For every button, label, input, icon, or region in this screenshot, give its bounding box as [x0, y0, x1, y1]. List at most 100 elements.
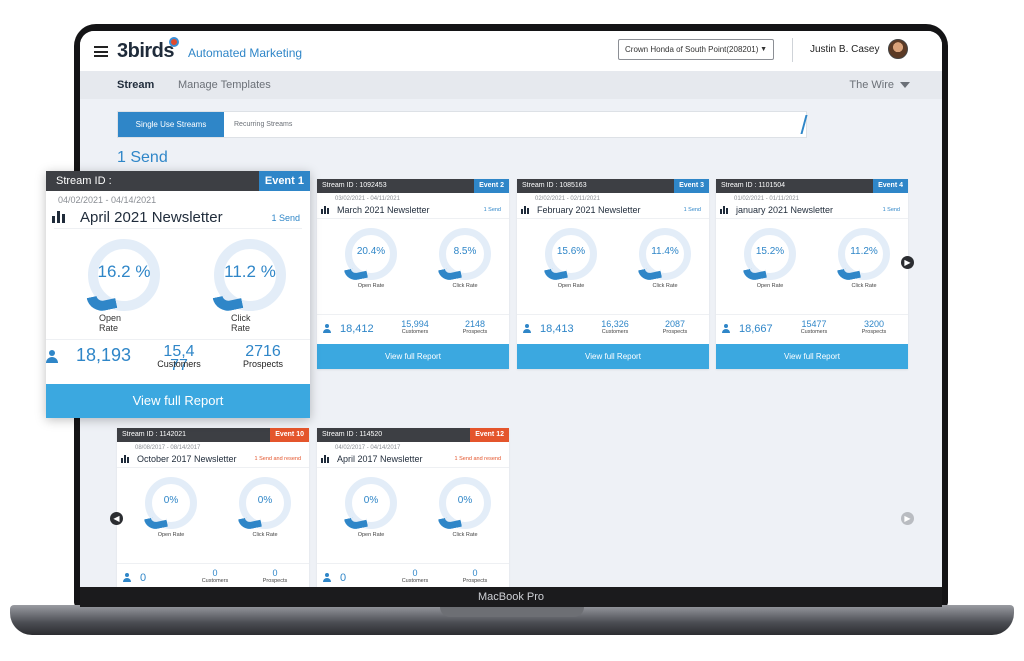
card-header: Stream ID : 1085163 Event 3 [517, 179, 709, 193]
newsletter-name: April 2021 Newsletter [80, 209, 223, 226]
customers-label: Customers [157, 359, 201, 369]
card-dates: 01/02/2021 - 01/11/2021 [734, 196, 799, 202]
prospects-label: Prospects [861, 329, 887, 335]
the-wire-menu[interactable]: The Wire [849, 79, 910, 91]
card-header: Stream ID : 1101504 Event 4 [716, 179, 908, 193]
prospects-count: 0 [472, 568, 478, 578]
avatar[interactable] [888, 39, 908, 59]
tab-stream[interactable]: Stream [117, 79, 154, 91]
dealer-select[interactable]: Crown Honda of South Point(208201) ▼ [618, 39, 774, 60]
stream-card: Stream ID : 1085163 Event 3 02/02/2021 - … [517, 179, 709, 369]
event-badge: Event 4 [873, 179, 908, 193]
view-report-button[interactable]: View full Report [716, 344, 908, 369]
click-rate: 11.2% Click Rate [834, 228, 894, 289]
prospects-count: 2087 [664, 319, 686, 329]
customers-count: 16,326 [601, 319, 629, 329]
view-report-button[interactable]: View full Report [317, 344, 509, 369]
prospects-count: 2148 [464, 319, 486, 329]
open-rate-ring: 15.2% [742, 228, 796, 283]
header-divider [792, 38, 793, 62]
open-rate: 16.2 % Open Rate [79, 239, 169, 333]
stream-id: Stream ID : 114520 [322, 431, 383, 438]
open-rate-ring: 20.4% [343, 228, 397, 283]
prospects-count: 2716 [245, 343, 281, 360]
toggle-edge [800, 115, 812, 134]
stream-card: Stream ID : 1101504 Event 4 01/02/2021 - … [716, 179, 908, 369]
person-icon [323, 573, 331, 582]
view-report-button[interactable]: View full Report [46, 384, 310, 418]
click-rate-value: 0% [457, 495, 473, 506]
customers-stat: 15,477 Customers [149, 344, 209, 374]
card-name-row: April 2017 Newsletter 1 Send and resend [317, 453, 509, 467]
event-badge: Event 1 [258, 171, 310, 191]
newsletter-name: October 2017 Newsletter [137, 454, 237, 464]
user-name[interactable]: Justin B. Casey [810, 44, 879, 55]
bar-chart-icon [521, 206, 530, 214]
card-header: Stream ID : Event 1 [46, 171, 310, 191]
chevron-right-icon[interactable]: ▶ [901, 512, 914, 525]
click-rate-ring: 11.2% [836, 228, 890, 283]
total-count: 0 [340, 572, 347, 584]
chevron-left-icon[interactable]: ◀ [110, 512, 123, 525]
card-dates: 03/02/2021 - 04/11/2021 [335, 196, 400, 202]
card-name-row: january 2021 Newsletter 1 Send [716, 204, 908, 218]
stream-card: Stream ID : 1092453 Event 2 03/02/2021 - … [317, 179, 509, 369]
triangle-down-icon [900, 82, 910, 89]
chevron-right-icon[interactable]: ▶ [901, 256, 914, 269]
stats: 0 0 Customers 0 Prospects [117, 563, 309, 587]
click-rate-ring: 8.5% [437, 228, 491, 283]
hamburger-icon[interactable] [94, 46, 108, 57]
rates: 16.2 % Open Rate 11.2 % Click Rate [46, 229, 310, 339]
recurring-streams-button[interactable]: Recurring Streams [234, 112, 292, 137]
total-count: 18,412 [340, 323, 374, 335]
prospects-label: Prospects [462, 578, 488, 584]
card-dates: 08/08/2017 - 08/14/2017 [135, 445, 201, 451]
view-report-button[interactable]: View full Report [517, 344, 709, 369]
app-title: Automated Marketing [188, 46, 303, 60]
click-rate-value: 8.5% [453, 246, 477, 257]
logo-mark-icon [169, 37, 179, 47]
click-rate: 11.2 % Click Rate [205, 239, 295, 333]
prospects-label: Prospects [662, 329, 688, 335]
customers-stat: 0 Customers [190, 568, 240, 584]
send-label: 1 Send [683, 207, 701, 213]
customers-count: 0 [212, 568, 218, 578]
stats: 18,667 15477 Customers 3200 Prospects [716, 314, 908, 344]
sub-nav: Stream Manage Templates The Wire [80, 71, 942, 99]
tab-manage-templates[interactable]: Manage Templates [178, 79, 271, 91]
click-rate: 8.5% Click Rate [435, 228, 495, 289]
person-icon [323, 324, 331, 333]
stats: 0 0 Customers 0 Prospects [317, 563, 509, 587]
click-rate-ring: 0% [237, 477, 291, 532]
send-label: 1 Send [483, 207, 501, 213]
open-rate-ring: 0% [143, 477, 197, 532]
dealer-select-value: Crown Honda of South Point(208201) [625, 45, 759, 54]
customers-label: Customers [401, 578, 429, 584]
prospects-count: 0 [272, 568, 278, 578]
click-rate: 0% Click Rate [435, 477, 495, 538]
open-rate-value: 0% [163, 495, 179, 506]
click-rate-value: 11.2% [850, 246, 878, 257]
rates: 15.2% Open Rate 11.2% Click Rate [716, 218, 908, 314]
card-name-row: October 2017 Newsletter 1 Send and resen… [117, 453, 309, 467]
customers-stat: 16,326 Customers [590, 319, 640, 335]
rates: 0% Open Rate 0% Click Rate [117, 467, 309, 563]
prospects-count: 3200 [863, 319, 885, 329]
open-rate-ring: 15.6% [543, 228, 597, 283]
total-count: 18,667 [739, 323, 773, 335]
open-rate-label: Open Rate [357, 283, 385, 289]
customers-stat: 0 Customers [390, 568, 440, 584]
caret-down-icon: ▼ [760, 46, 767, 53]
newsletter-name: April 2017 Newsletter [337, 454, 423, 464]
section-title: 1 Send [117, 149, 168, 166]
customers-count: 0 [412, 568, 418, 578]
person-icon [523, 324, 531, 333]
bar-chart-icon [52, 211, 65, 223]
click-rate-label: Click Rate [231, 313, 251, 333]
customers-count: 15,994 [401, 319, 429, 329]
single-use-streams-button[interactable]: Single Use Streams [118, 112, 224, 137]
bar-chart-icon [720, 206, 729, 214]
customers-stat: 15,994 Customers [390, 319, 440, 335]
bar-chart-icon [121, 455, 130, 463]
card-name-row: April 2021 Newsletter 1 Send [52, 207, 302, 229]
